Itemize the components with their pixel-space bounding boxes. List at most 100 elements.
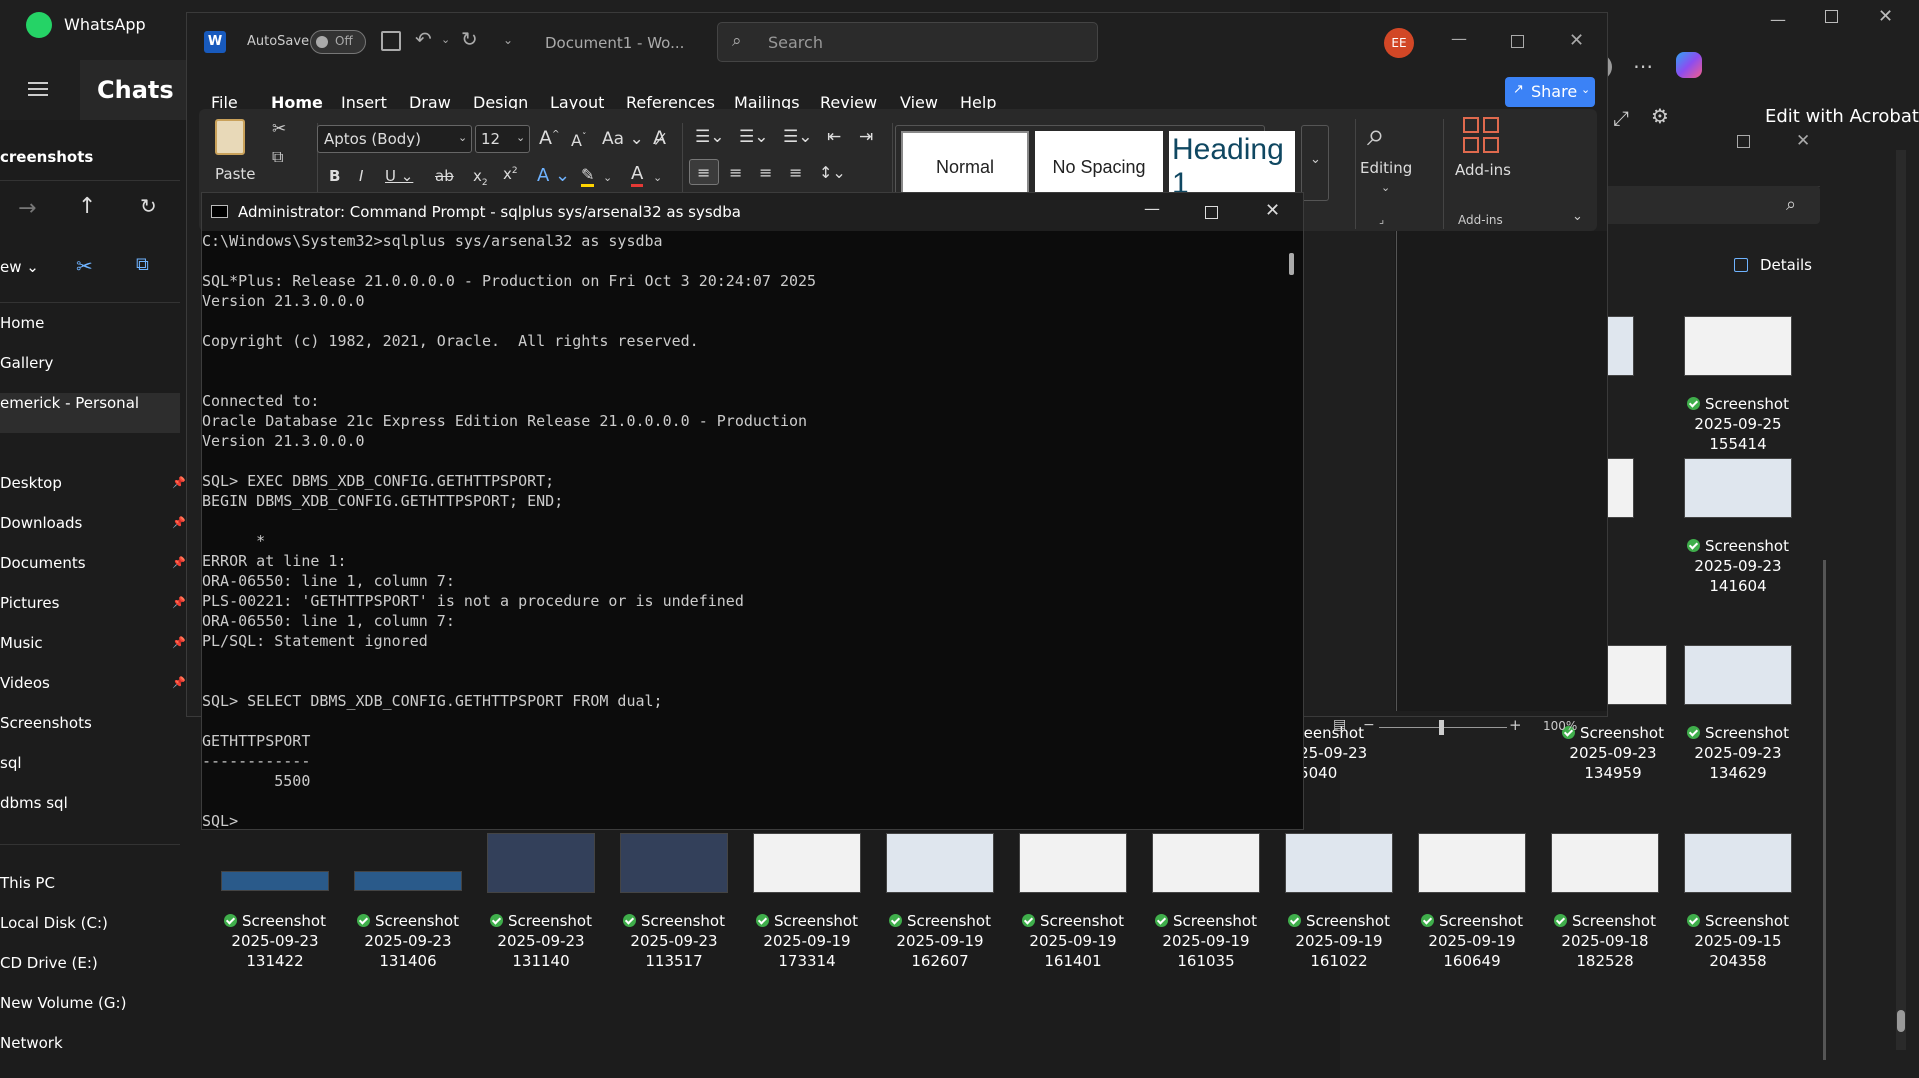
thumbnail-caption[interactable]: Screenshot 2025-09-19 161401 <box>1005 911 1141 971</box>
clear-formatting-icon[interactable]: A̷ <box>653 127 666 149</box>
user-avatar[interactable]: EE <box>1384 28 1414 58</box>
thumbnail-image[interactable] <box>1684 645 1792 705</box>
save-icon[interactable] <box>381 31 401 51</box>
nav-item-dbms-sql[interactable]: dbms sql <box>0 794 68 812</box>
chevron-down-icon[interactable]: ⌄ <box>1381 181 1390 194</box>
cut-icon[interactable]: ✂ <box>272 119 286 139</box>
thumbnail-image[interactable] <box>620 833 728 893</box>
ribbon-collapse-icon[interactable]: ⌄ <box>1572 209 1583 224</box>
close-icon[interactable]: ✕ <box>1878 6 1893 27</box>
thumbnail-image[interactable] <box>1684 458 1792 518</box>
thumbnail-caption[interactable]: Screenshot 2025-09-23 131422 <box>207 911 343 971</box>
nav-item-documents[interactable]: Documents <box>0 554 86 572</box>
pin-icon[interactable]: 📌 <box>172 556 186 569</box>
nav-item-new-volume-g[interactable]: New Volume (G:) <box>0 994 126 1012</box>
font-color-icon[interactable]: A <box>631 163 644 187</box>
change-case-icon[interactable]: Aa ⌄ <box>602 129 644 149</box>
align-right-icon[interactable]: ≡ <box>759 163 772 182</box>
explorer-close-icon[interactable]: ✕ <box>1796 131 1810 151</box>
view-menu[interactable]: ew ⌄ <box>0 258 39 276</box>
explorer-maximize-icon[interactable] <box>1737 135 1750 148</box>
nav-item-screenshots[interactable]: Screenshots <box>0 714 92 732</box>
nav-item-local-disk-c[interactable]: Local Disk (C:) <box>0 914 108 932</box>
thumbnail-image[interactable] <box>1019 833 1127 893</box>
cmd-scrollbar-thumb[interactable] <box>1289 253 1294 275</box>
nav-item-desktop[interactable]: Desktop <box>0 474 62 492</box>
italic-icon[interactable]: I <box>359 167 363 185</box>
superscript-icon[interactable]: x2 <box>503 165 518 183</box>
nav-item-gallery[interactable]: Gallery <box>0 354 53 372</box>
nav-item-home[interactable]: Home <box>0 314 44 332</box>
search-icon[interactable]: ⌕ <box>1786 194 1796 215</box>
paste-label[interactable]: Paste <box>215 165 256 183</box>
thumbnail-caption[interactable]: Screenshot 2025-09-23 134629 <box>1670 723 1806 783</box>
nav-item-this-pc[interactable]: This PC <box>0 874 55 892</box>
minimize-icon[interactable]: — <box>1144 199 1160 218</box>
nav-item-emerick-personal[interactable]: emerick - Personal <box>0 394 139 412</box>
content-scrollbar[interactable] <box>1823 560 1826 1060</box>
thumbnail-image[interactable] <box>1285 833 1393 893</box>
maximize-icon[interactable] <box>1825 10 1838 23</box>
thumbnail-image[interactable] <box>487 833 595 893</box>
grow-font-icon[interactable]: A^ <box>539 127 560 149</box>
thumbnail-caption[interactable]: Screenshot 2025-09-18 182528 <box>1537 911 1673 971</box>
thumbnail-caption[interactable]: Screenshot 2025-09-19 161022 <box>1271 911 1407 971</box>
editing-label[interactable]: Editing <box>1360 159 1412 177</box>
thumbnail-image[interactable] <box>886 833 994 893</box>
zoom-slider-thumb[interactable] <box>1439 720 1444 735</box>
share-button[interactable]: ↗ Share ⌄ <box>1505 77 1595 107</box>
zoom-out-icon[interactable]: − <box>1363 717 1375 733</box>
thumbnail-image[interactable] <box>1684 833 1792 893</box>
add-ins-label[interactable]: Add-ins <box>1455 161 1511 179</box>
justify-icon[interactable]: ≡ <box>789 163 802 182</box>
dialog-launcher-icon[interactable]: ⌟ <box>1379 213 1384 226</box>
thumbnail-caption[interactable]: Screenshot 2025-09-19 162607 <box>872 911 1008 971</box>
chevron-down-icon[interactable]: ⌄ <box>603 171 612 184</box>
pin-icon[interactable]: 📌 <box>172 516 186 529</box>
zoom-level[interactable]: 100% <box>1543 719 1577 733</box>
thumbnail-image[interactable] <box>1551 833 1659 893</box>
center-icon[interactable]: ≡ <box>729 163 742 182</box>
thumbnail-caption[interactable]: Screenshot 2025-09-23 141604 <box>1670 536 1806 596</box>
font-name-select[interactable]: Aptos (Body) ⌄ <box>317 125 472 153</box>
customize-qat-icon[interactable]: ⌄ <box>503 33 513 47</box>
nav-item-pictures[interactable]: Pictures <box>0 594 59 612</box>
increase-indent-icon[interactable]: ⇥ <box>859 127 873 147</box>
close-icon[interactable]: ✕ <box>1569 30 1584 51</box>
redo-icon[interactable]: ↻ <box>461 27 478 51</box>
copilot-icon[interactable] <box>1676 52 1702 78</box>
chevron-down-icon[interactable]: ⌄ <box>653 171 662 184</box>
thumbnail-caption[interactable]: Screenshot 2025-09-25 155414 <box>1670 394 1806 454</box>
maximize-icon[interactable] <box>1205 206 1218 219</box>
nav-item-cd-drive-e[interactable]: CD Drive (E:) <box>0 954 98 972</box>
text-effects-icon[interactable]: A ⌄ <box>537 165 570 186</box>
nav-item-videos[interactable]: Videos <box>0 674 50 692</box>
focus-mode-icon[interactable]: ▤ <box>1333 717 1346 733</box>
autosave-toggle[interactable]: Off <box>310 30 366 54</box>
copy-icon[interactable]: ⧉ <box>136 254 149 275</box>
bullets-icon[interactable]: ☰⌄ <box>695 127 724 147</box>
cmd-title-bar[interactable]: Administrator: Command Prompt - sqlplus … <box>202 193 1303 231</box>
add-ins-icon[interactable] <box>1463 117 1501 155</box>
undo-icon[interactable]: ↶ <box>415 27 432 51</box>
numbering-icon[interactable]: ☰⌄ <box>739 127 768 147</box>
thumbnail-image[interactable] <box>753 833 861 893</box>
thumbnail-image[interactable] <box>1418 833 1526 893</box>
pin-icon[interactable]: 📌 <box>172 636 186 649</box>
font-size-select[interactable]: 12 ⌄ <box>475 125 530 153</box>
highlight-icon[interactable]: ✎ <box>581 165 595 187</box>
thumbnail-caption[interactable]: Screenshot 2025-09-15 204358 <box>1670 911 1806 971</box>
minimize-icon[interactable]: — <box>1770 10 1786 29</box>
multilevel-list-icon[interactable]: ☰⌄ <box>783 127 812 147</box>
subscript-icon[interactable]: x2 <box>473 167 488 188</box>
underline-icon[interactable]: U ⌄ <box>385 167 413 185</box>
more-icon[interactable]: ⋯ <box>1633 54 1653 78</box>
thumbnail-image[interactable] <box>1684 316 1792 376</box>
minimize-icon[interactable]: — <box>1451 29 1467 48</box>
pin-icon[interactable]: 📌 <box>172 676 186 689</box>
thumbnail-caption[interactable]: Screenshot 2025-09-23 113517 <box>606 911 742 971</box>
word-search-box[interactable]: ⌕ Search <box>717 22 1098 62</box>
refresh-icon[interactable]: ↻ <box>140 194 157 218</box>
maximize-icon[interactable] <box>1511 35 1524 48</box>
document-canvas[interactable] <box>1395 231 1607 711</box>
